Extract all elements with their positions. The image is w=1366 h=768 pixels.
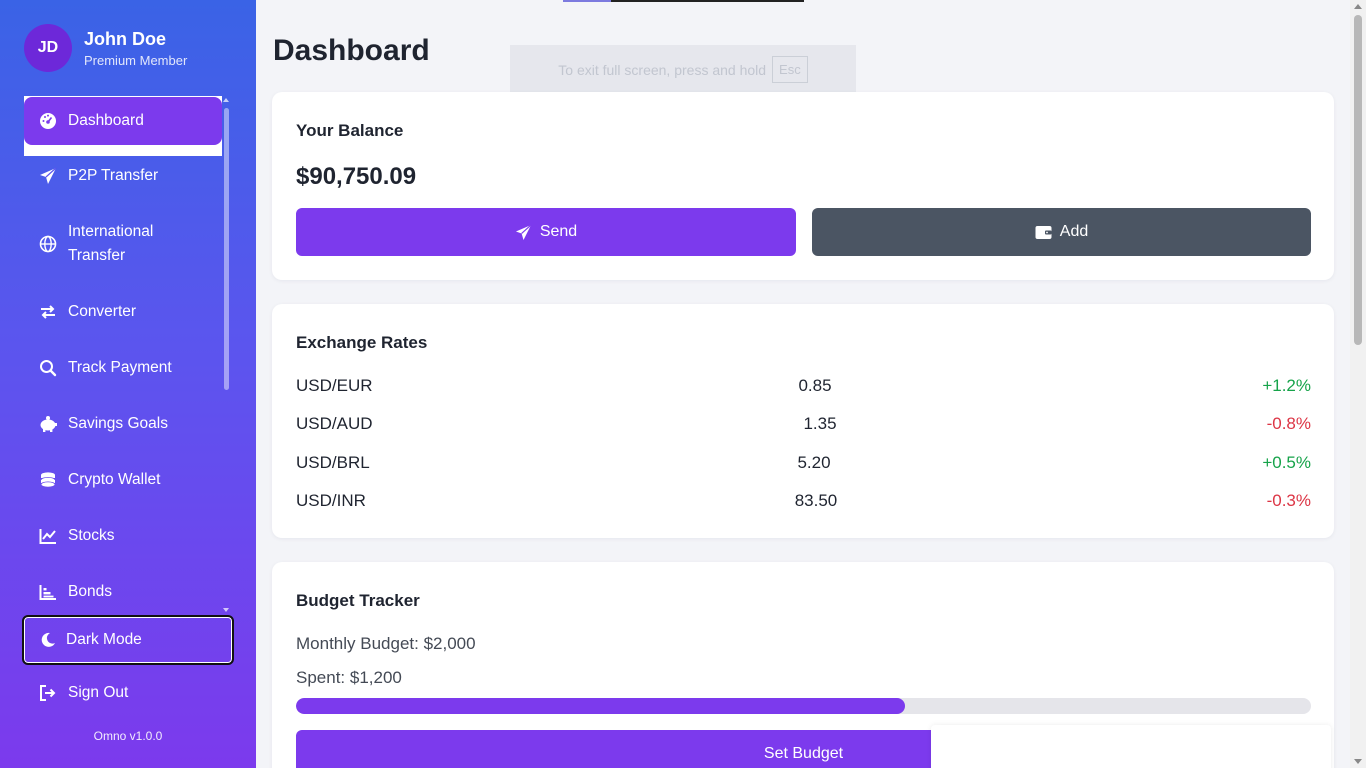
user-profile: JD John Doe Premium Member: [24, 24, 187, 72]
sidebar-item-converter[interactable]: Converter: [24, 288, 222, 336]
globe-icon: [38, 234, 58, 254]
exchange-rate-row: USD/AUD 1.35 -0.8%: [296, 414, 1311, 440]
sign-out-button[interactable]: Sign Out: [38, 684, 128, 702]
wallet-icon: [1035, 225, 1052, 240]
bar-chart-icon: [38, 582, 58, 602]
sidebar-item-savings-goals[interactable]: Savings Goals: [24, 400, 222, 448]
sidebar: JD John Doe Premium Member Dashboard P2P…: [0, 0, 256, 768]
budget-progress-fill: [296, 698, 905, 714]
user-role: Premium Member: [84, 53, 188, 68]
sidebar-item-dashboard[interactable]: Dashboard: [24, 97, 222, 145]
main-content: Dashboard To exit full screen, press and…: [256, 0, 1350, 768]
add-button[interactable]: Add: [812, 208, 1311, 256]
scroll-down-icon[interactable]: [223, 608, 229, 612]
sidebar-item-label: P2P Transfer: [68, 167, 159, 184]
sidebar-item-label: Dashboard: [68, 112, 144, 129]
esc-key-badge: Esc: [772, 56, 808, 83]
sidebar-item-label: Track Payment: [68, 359, 172, 376]
budget-tracker-title: Budget Tracker: [296, 591, 420, 610]
rate-change: +1.2%: [1262, 376, 1311, 395]
currency-pair: USD/BRL: [296, 453, 370, 472]
sidebar-nav: Dashboard P2P Transfer International Tra…: [24, 96, 222, 612]
sidebar-item-label-line2: Transfer: [68, 247, 126, 264]
sidebar-item-label: Savings Goals: [68, 415, 168, 432]
dark-mode-toggle[interactable]: Dark Mode: [22, 615, 234, 665]
paper-plane-icon: [38, 166, 58, 186]
sign-out-label: Sign Out: [68, 684, 129, 701]
sidebar-item-crypto-wallet[interactable]: Crypto Wallet: [24, 456, 222, 504]
budget-progress-bar: [296, 698, 1311, 714]
moon-icon: [38, 632, 58, 648]
send-button[interactable]: Send: [296, 208, 796, 256]
app-version: Omno v1.0.0: [93, 729, 163, 743]
exchange-rate-row: USD/BRL 5.20 +0.5%: [296, 453, 1311, 479]
monthly-budget: Monthly Budget: $2,000: [296, 634, 476, 653]
rate-value: 1.35: [803, 414, 837, 433]
avatar[interactable]: JD: [24, 24, 72, 72]
exchange-arrows-icon: [38, 302, 58, 322]
exchange-rates-card: Exchange Rates USD/EUR 0.85 +1.2% USD/AU…: [272, 304, 1334, 538]
user-name: John Doe: [84, 29, 167, 49]
currency-pair: USD/AUD: [296, 414, 373, 433]
send-label: Send: [539, 223, 578, 240]
sidebar-item-label: Converter: [68, 303, 137, 320]
scroll-down-icon[interactable]: [1354, 759, 1362, 764]
piggy-bank-icon: [38, 414, 58, 434]
balance-card: Your Balance $90,750.09 Send Add: [272, 92, 1334, 280]
sidebar-item-track-payment[interactable]: Track Payment: [24, 344, 222, 392]
exchange-rate-row: USD/INR 83.50 -0.3%: [296, 491, 1311, 517]
spent-amount: Spent: $1,200: [296, 668, 402, 687]
sidebar-item-label: International: [68, 223, 154, 240]
sidebar-item-label: Stocks: [68, 527, 115, 544]
paper-plane-icon: [515, 224, 532, 241]
fullscreen-toast-text: To exit full screen, press and hold: [558, 61, 767, 78]
floating-panel: [931, 725, 1331, 768]
add-label: Add: [1059, 223, 1089, 240]
dashboard-icon: [38, 111, 58, 131]
sidebar-item-bonds[interactable]: Bonds: [24, 568, 222, 612]
sidebar-item-p2p-transfer[interactable]: P2P Transfer: [24, 152, 222, 200]
set-budget-label: Set Budget: [763, 745, 844, 762]
fullscreen-toast: To exit full screen, press and hold Esc: [510, 45, 856, 94]
rate-value: 83.50: [794, 491, 838, 510]
rate-value: 0.85: [798, 376, 832, 395]
dark-mode-label: Dark Mode: [66, 631, 142, 648]
rate-change: -0.8%: [1266, 414, 1311, 433]
page-scrollbar-thumb[interactable]: [1354, 15, 1362, 345]
page-scrollbar[interactable]: [1350, 0, 1366, 768]
scroll-up-icon[interactable]: [1354, 4, 1362, 9]
sidebar-item-international-transfer[interactable]: International Transfer: [24, 208, 222, 280]
rate-change: +0.5%: [1262, 453, 1311, 472]
rate-change: -0.3%: [1266, 491, 1311, 510]
scroll-up-icon[interactable]: [223, 98, 229, 102]
currency-pair: USD/EUR: [296, 376, 373, 395]
sidebar-item-label: Crypto Wallet: [68, 471, 161, 488]
exchange-rate-row: USD/EUR 0.85 +1.2%: [296, 376, 1311, 402]
sidebar-item-stocks[interactable]: Stocks: [24, 512, 222, 560]
currency-pair: USD/INR: [296, 491, 366, 510]
sign-out-icon: [38, 684, 58, 702]
page-title: Dashboard: [273, 34, 430, 67]
sidebar-scrollbar-thumb[interactable]: [224, 108, 229, 390]
search-icon: [38, 358, 58, 378]
top-progress-strip: [563, 0, 804, 2]
sidebar-item-label: Bonds: [68, 583, 112, 600]
sidebar-scrollbar[interactable]: [222, 96, 230, 612]
balance-amount: $90,750.09: [296, 163, 417, 190]
exchange-rates-title: Exchange Rates: [296, 333, 428, 352]
rate-value: 5.20: [797, 453, 831, 472]
coins-icon: [38, 470, 58, 490]
balance-title: Your Balance: [296, 121, 404, 140]
line-chart-icon: [38, 526, 58, 546]
